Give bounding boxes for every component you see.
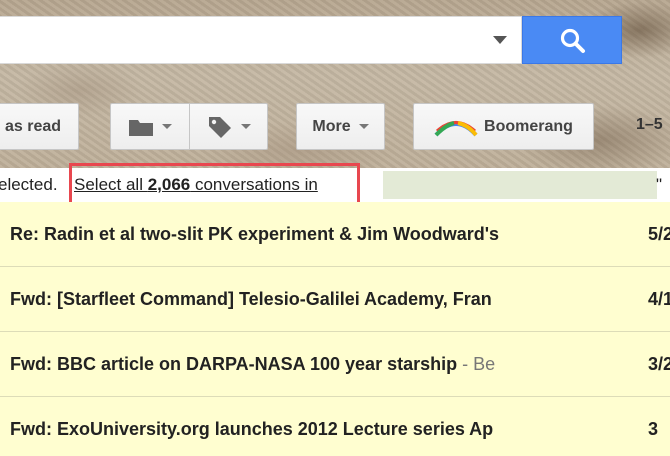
boomerang-label: Boomerang [484,117,573,135]
search-options-dropdown-icon[interactable] [493,36,507,44]
pagination-count: 1–5 [636,116,663,133]
move-to-button[interactable] [110,103,190,150]
more-button[interactable]: More [296,103,385,150]
message-row[interactable]: Fwd: BBC article on DARPA-NASA 100 year … [0,332,670,397]
message-date: 3 [648,419,659,439]
message-subject: Fwd: BBC article on DARPA-NASA 100 year … [10,354,458,374]
chevron-down-icon [162,124,172,129]
message-date: 5/2 [648,224,670,244]
boomerang-logo-icon [434,120,478,136]
folder-icon [129,119,153,136]
mark-as-read-button[interactable]: as read [0,103,79,150]
selection-status-text: elected. [0,175,58,194]
search-input[interactable] [0,16,522,64]
message-date: 3/2 [648,354,670,374]
label-tag-icon [208,116,231,138]
search-icon [560,28,585,53]
message-snippet: - Be [457,354,496,374]
message-row[interactable]: Fwd: ExoUniversity.org launches 2012 Lec… [0,397,670,456]
message-subject: Re: Radin et al two-slit PK experiment &… [10,224,500,244]
banner-closing-quote: " [656,175,663,194]
chevron-down-icon [358,124,369,129]
more-label: More [312,117,351,135]
message-subject-line: Fwd: BBC article on DARPA-NASA 100 year … [10,354,576,375]
message-date: 4/1 [648,289,670,309]
labels-button[interactable] [189,103,268,150]
message-list: Re: Radin et al two-slit PK experiment &… [0,202,670,456]
redacted-folder-name [383,171,657,199]
boomerang-button[interactable]: Boomerang [413,103,594,150]
message-subject: Fwd: [Starfleet Command] Telesio-Galilei… [10,289,492,309]
message-subject-line: Re: Radin et al two-slit PK experiment &… [10,224,576,245]
message-row[interactable]: Fwd: [Starfleet Command] Telesio-Galilei… [0,267,670,332]
message-row[interactable]: Re: Radin et al two-slit PK experiment &… [0,202,670,267]
message-subject-line: Fwd: [Starfleet Command] Telesio-Galilei… [10,289,576,310]
chevron-down-icon [240,124,251,129]
mark-as-read-label: as read [5,117,62,135]
search-button[interactable] [522,16,622,64]
message-subject: Fwd: ExoUniversity.org launches 2012 Lec… [10,419,494,439]
message-subject-line: Fwd: ExoUniversity.org launches 2012 Lec… [10,419,576,440]
